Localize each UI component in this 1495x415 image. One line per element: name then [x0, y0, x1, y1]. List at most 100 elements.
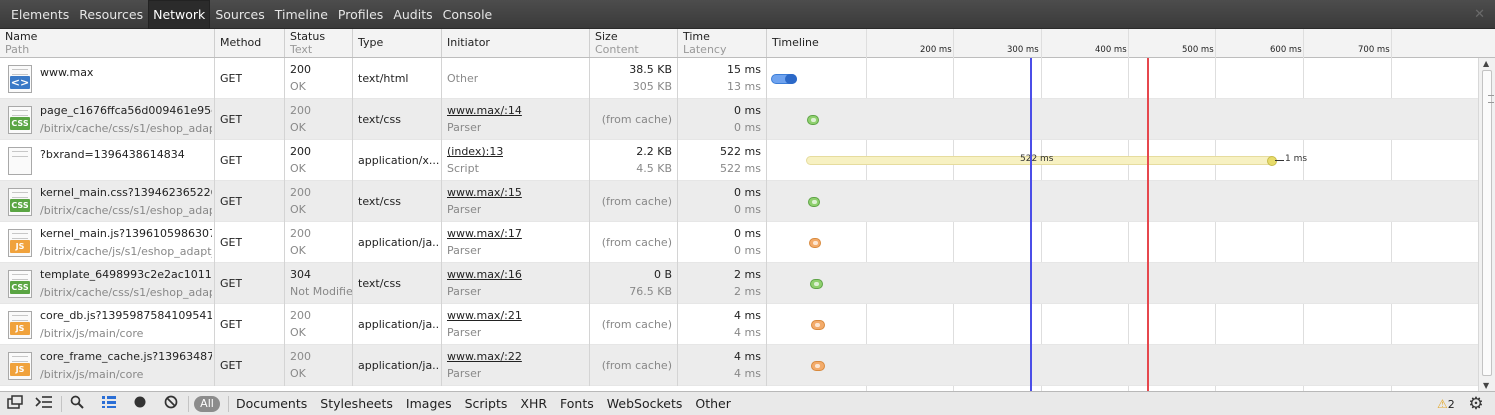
initiator-type: Script — [447, 162, 479, 175]
large-rows-icon[interactable] — [98, 395, 120, 413]
initiator-link[interactable]: www.max/:14 — [447, 104, 522, 117]
clear-icon[interactable] — [160, 395, 182, 413]
tab-audits[interactable]: Audits — [388, 0, 437, 29]
request-method: GET — [220, 236, 243, 249]
scrollbar-thumb[interactable] — [1482, 70, 1494, 376]
table-row[interactable]: CSS page_c1676ffca56d009461e95c... /bitrix… — [0, 99, 1478, 140]
tab-profiles[interactable]: Profiles — [333, 0, 388, 29]
warnings-counter[interactable]: ⚠2 — [1437, 397, 1455, 411]
filter-scripts[interactable]: Scripts — [465, 392, 508, 415]
initiator-cell: Other — [442, 58, 590, 99]
table-row[interactable]: JS core_db.js?1395987584109541/bitrix/js/… — [0, 304, 1478, 345]
column-header-type[interactable]: Type — [353, 29, 442, 57]
gear-icon[interactable]: ⚙ — [1465, 394, 1487, 414]
request-name[interactable]: core_frame_cache.js?139634873... — [40, 350, 212, 363]
column-header-size[interactable]: Size Content — [590, 29, 678, 57]
initiator-link[interactable]: www.max/:17 — [447, 227, 522, 240]
method-cell: GET — [215, 304, 285, 345]
filter-websockets[interactable]: WebSockets — [607, 392, 683, 415]
initiator-cell: www.max/:15 Parser — [442, 181, 590, 222]
tab-resources[interactable]: Resources — [74, 0, 148, 29]
table-row[interactable]: JS kernel_main.js?1396105986307... /bitrix… — [0, 222, 1478, 263]
file-type-label: CSS — [10, 281, 30, 294]
tab-elements[interactable]: Elements — [6, 0, 74, 29]
request-name[interactable]: kernel_main.css?139462365226... — [40, 186, 212, 199]
timeline-bar[interactable] — [811, 361, 825, 371]
method-cell: GET — [215, 99, 285, 140]
file-type-label: JS — [10, 240, 30, 253]
filter-fonts[interactable]: Fonts — [560, 392, 594, 415]
filter-xhr[interactable]: XHR — [520, 392, 547, 415]
dock-icon[interactable] — [4, 395, 26, 413]
initiator-link[interactable]: (index):13 — [447, 145, 503, 158]
table-row[interactable]: CSS kernel_main.css?139462365226... /bitri… — [0, 181, 1478, 222]
request-name[interactable]: kernel_main.js?1396105986307... — [40, 227, 212, 240]
filter-all[interactable]: All — [194, 396, 220, 412]
request-name[interactable]: page_c1676ffca56d009461e95c... — [40, 104, 212, 117]
scroll-down-icon[interactable]: ▼ — [1483, 381, 1489, 390]
close-icon[interactable]: ✕ — [1474, 7, 1485, 22]
initiator-link[interactable]: www.max/:22 — [447, 350, 522, 363]
timeline-cell — [767, 99, 1478, 140]
content-size: 305 KB — [632, 80, 672, 93]
timeline-bar[interactable] — [809, 238, 821, 248]
timeline-bar[interactable] — [771, 74, 797, 84]
timeline-bar[interactable] — [808, 197, 820, 207]
table-row[interactable]: JS core_frame_cache.js?139634873... /bitri… — [0, 345, 1478, 386]
method-cell: GET — [215, 222, 285, 263]
column-header-name[interactable]: Name Path — [0, 29, 215, 57]
filter-images[interactable]: Images — [406, 392, 452, 415]
table-row[interactable]: <> www.max GET 200 OK text/html Other 38.5 KB 30… — [0, 58, 1478, 99]
vertical-scrollbar[interactable]: ▲ ▼ — [1478, 58, 1495, 391]
timeline-bar-latency — [785, 74, 797, 84]
name-cell: ?bxrand=1396438614834 — [0, 140, 215, 181]
tab-console[interactable]: Console — [438, 0, 498, 29]
name-cell: CSS template_6498993c2e2ac10114... /bitrix… — [0, 263, 215, 304]
console-drawer-icon[interactable] — [33, 395, 55, 413]
request-name[interactable]: template_6498993c2e2ac10114... — [40, 268, 212, 281]
initiator-link[interactable]: www.max/:16 — [447, 268, 522, 281]
request-name[interactable]: ?bxrand=1396438614834 — [40, 148, 212, 161]
timeline-bar-highlight — [815, 323, 820, 327]
request-name[interactable]: www.max — [40, 66, 212, 79]
filter-stylesheets[interactable]: Stylesheets — [320, 392, 393, 415]
filter-documents[interactable]: Documents — [236, 392, 307, 415]
tab-network[interactable]: Network — [148, 0, 211, 29]
column-header-status[interactable]: Status Text — [285, 29, 353, 57]
request-path: /bitrix/js/main/core — [40, 327, 144, 340]
column-header-time[interactable]: Time Latency — [678, 29, 767, 57]
filter-other[interactable]: Other — [695, 392, 731, 415]
initiator-link[interactable]: www.max/:15 — [447, 186, 522, 199]
size-cell: (from cache) — [590, 222, 678, 263]
column-title: Size — [595, 30, 618, 43]
request-name[interactable]: core_db.js?1395987584109541 — [40, 309, 212, 322]
tab-sources[interactable]: Sources — [210, 0, 269, 29]
column-header-initiator[interactable]: Initiator — [442, 29, 590, 57]
request-method: GET — [220, 318, 243, 331]
warning-icon: ⚠ — [1437, 397, 1448, 411]
scroll-up-icon[interactable]: ▲ — [1483, 59, 1489, 68]
column-header-method[interactable]: Method — [215, 29, 285, 57]
column-subtitle: Path — [5, 43, 30, 56]
total-time: 4 ms — [734, 309, 761, 322]
size-cell: 2.2 KB 4.5 KB — [590, 140, 678, 181]
file-icon-lines — [12, 233, 28, 239]
latency-time: 522 ms — [720, 162, 761, 175]
search-icon[interactable] — [66, 395, 88, 413]
timeline-bar[interactable] — [807, 115, 819, 125]
latency-time: 0 ms — [734, 121, 761, 134]
timeline-bar[interactable] — [811, 320, 825, 330]
mime-type: application/x... — [358, 154, 440, 167]
timeline-bar[interactable]: 522 ms 1 ms — [806, 154, 1307, 166]
tab-timeline[interactable]: Timeline — [270, 0, 333, 29]
timeline-bar-label: 522 ms — [1020, 154, 1054, 164]
status-cell: 304 Not Modifie — [285, 263, 353, 304]
status-code: 200 — [290, 186, 311, 199]
timeline-cell — [767, 181, 1478, 222]
initiator-link[interactable]: www.max/:21 — [447, 309, 522, 322]
table-row[interactable]: ?bxrand=1396438614834 GET 200 OK application… — [0, 140, 1478, 181]
table-row[interactable]: CSS template_6498993c2e2ac10114... /bitrix… — [0, 263, 1478, 304]
timeline-bar[interactable] — [810, 279, 823, 289]
size-from-cache: (from cache) — [601, 318, 672, 331]
record-icon[interactable] — [129, 395, 151, 413]
